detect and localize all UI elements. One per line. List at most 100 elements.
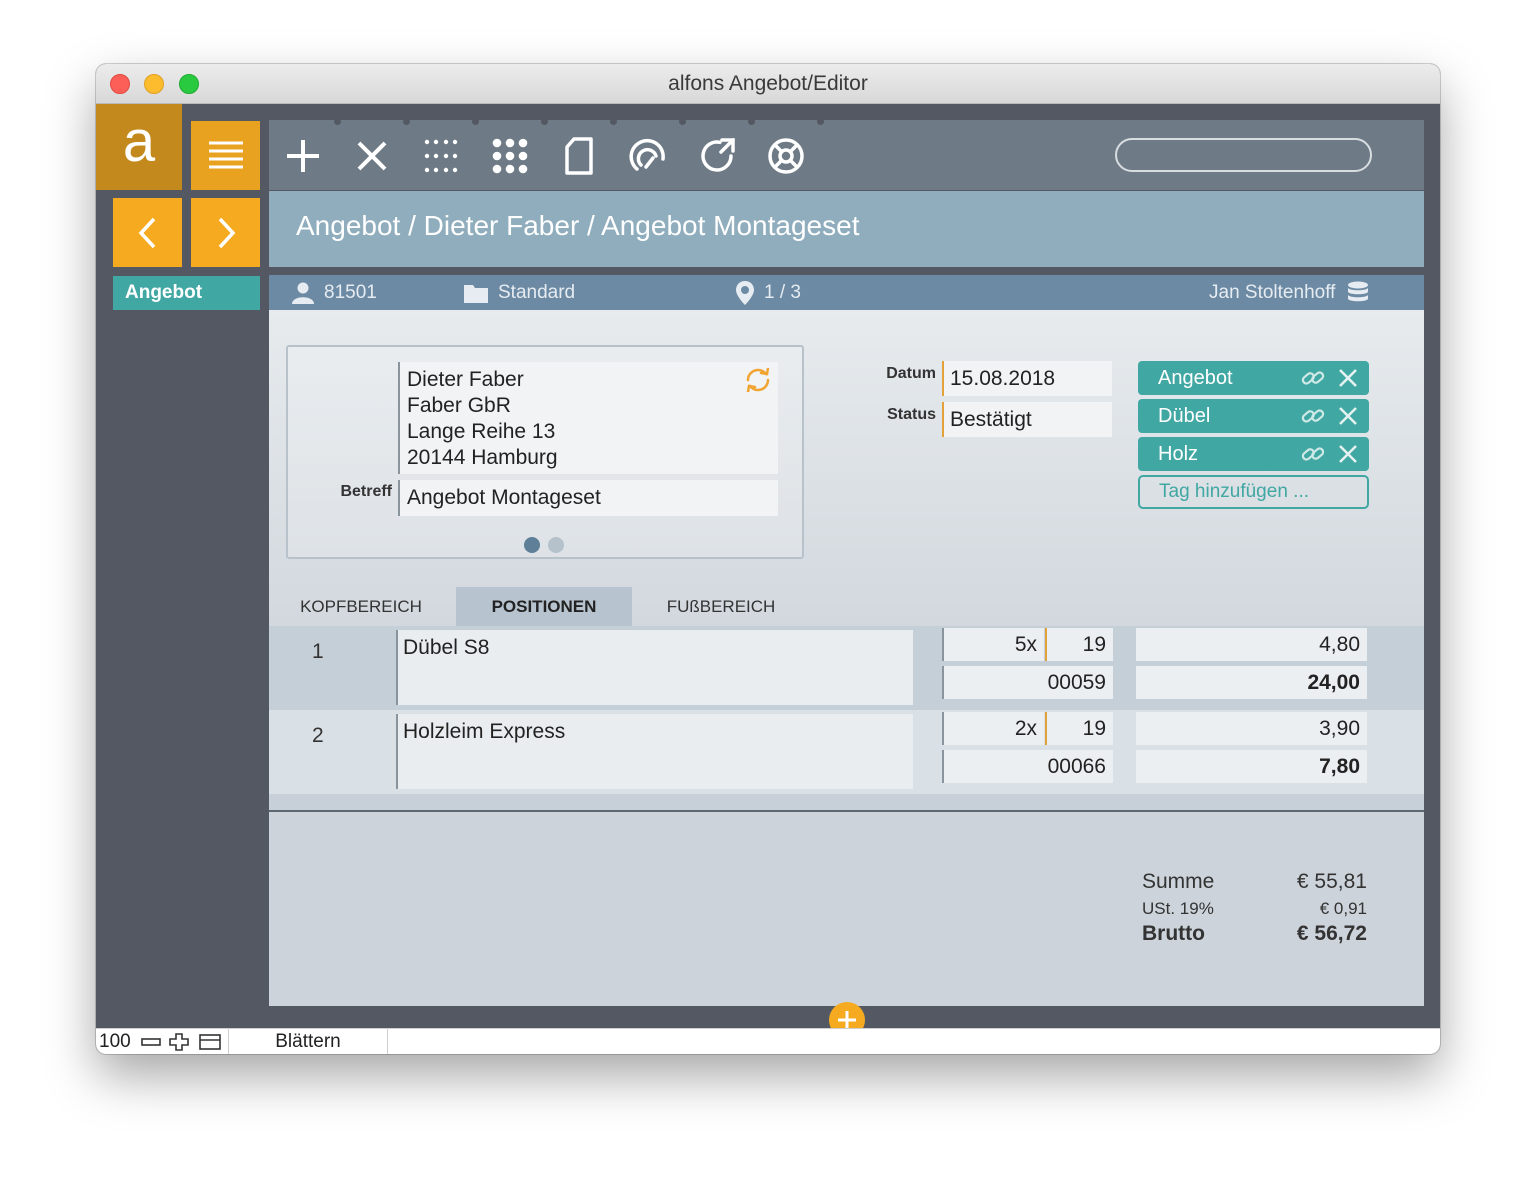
folder-info[interactable]: Standard — [464, 275, 575, 310]
document-button[interactable] — [555, 132, 603, 180]
pager-dot-1[interactable] — [524, 537, 540, 553]
dot-grid-small-icon — [424, 139, 458, 173]
folder-icon — [464, 284, 488, 303]
link-icon[interactable] — [1301, 443, 1325, 465]
title-bar: alfons Angebot/Editor — [96, 64, 1440, 104]
position-unit-price[interactable]: 4,80 — [1136, 628, 1367, 661]
remove-tag-icon[interactable] — [1338, 444, 1358, 464]
position-description[interactable]: Dübel S8 — [396, 630, 913, 705]
lifebuoy-icon — [768, 138, 804, 174]
add-tag-button[interactable]: Tag hinzufügen ... — [1138, 475, 1369, 509]
status-label: Status — [887, 406, 936, 423]
toolbar — [269, 118, 1424, 190]
section-tabs: KOPFBEREICH POSITIONEN FUßBEREICH — [269, 587, 1424, 626]
chevron-left-icon — [138, 217, 155, 248]
grid-view-button[interactable] — [486, 132, 534, 180]
betreff-field[interactable]: Angebot Montageset — [398, 480, 778, 516]
plus-icon — [287, 140, 319, 172]
address-line: Faber GbR — [407, 394, 511, 417]
status-bar: 100 Blättern — [96, 1028, 1440, 1054]
tab-fussbereich[interactable]: FUßBEREICH — [649, 587, 793, 626]
dot-grid-large-icon — [492, 138, 528, 174]
new-button[interactable] — [279, 132, 327, 180]
list-view-button[interactable] — [417, 132, 465, 180]
position-article-number[interactable]: 00059 — [942, 666, 1113, 699]
toggle-statusbar-icon[interactable] — [199, 1033, 221, 1051]
sync-icon[interactable] — [744, 368, 772, 392]
document-icon — [565, 137, 593, 175]
position-total: 7,80 — [1136, 750, 1367, 783]
position-article-number[interactable]: 00066 — [942, 750, 1113, 783]
fingerprint-icon — [629, 138, 665, 171]
link-icon[interactable] — [1301, 367, 1325, 389]
record-position-text: 1 / 3 — [764, 282, 801, 303]
remove-tag-icon[interactable] — [1338, 406, 1358, 426]
refresh-icon — [701, 138, 735, 172]
brutto-value: € 56,72 — [1296, 922, 1367, 945]
record-position[interactable]: 1 / 3 — [736, 275, 801, 310]
hamburger-menu-icon — [208, 141, 243, 168]
tab-positionen[interactable]: POSITIONEN — [456, 587, 632, 626]
status-field[interactable]: Bestätigt — [942, 402, 1112, 437]
brutto-label: Brutto — [1142, 922, 1205, 945]
address-line: 20144 Hamburg — [407, 446, 558, 469]
tag-holz[interactable]: Holz — [1138, 437, 1369, 471]
panel-pager — [524, 537, 564, 553]
sidebar-item-angebot[interactable]: Angebot — [113, 276, 260, 310]
summe-label: Summe — [1142, 870, 1215, 893]
position-vat[interactable]: 19 — [1045, 628, 1113, 661]
breadcrumb: Angebot / Dieter Faber / Angebot Montage… — [269, 191, 1424, 267]
link-icon[interactable] — [1301, 405, 1325, 427]
position-vat[interactable]: 19 — [1045, 712, 1113, 745]
refresh-button[interactable] — [693, 132, 741, 180]
position-quantity[interactable]: 5x — [942, 628, 1044, 661]
ust-value: € 0,91 — [1319, 899, 1367, 918]
help-button[interactable] — [762, 132, 810, 180]
menu-button[interactable] — [191, 121, 260, 190]
table-row[interactable]: 2 Holzleim Express 2x 19 00066 3,90 7,80 — [269, 710, 1424, 794]
plus-icon — [838, 1011, 856, 1029]
info-bar: 81501 Standard 1 / 3 Jan Stoltenhoff — [269, 275, 1424, 310]
position-total: 24,00 — [1136, 666, 1367, 699]
remove-tag-icon[interactable] — [1338, 368, 1358, 388]
person-icon — [292, 282, 314, 304]
customer-number-text: 81501 — [324, 282, 377, 303]
tab-kopfbereich[interactable]: KOPFBEREICH — [286, 587, 436, 626]
tag-label: Dübel — [1158, 405, 1211, 427]
chevron-right-icon — [218, 217, 235, 248]
previous-record-button[interactable] — [113, 198, 182, 267]
folder-text: Standard — [498, 282, 576, 303]
user-info[interactable]: Jan Stoltenhoff — [1209, 275, 1379, 310]
betreff-label: Betreff — [340, 483, 392, 500]
fingerprint-button[interactable] — [624, 132, 672, 180]
breadcrumb-text: Angebot / Dieter Faber / Angebot Montage… — [296, 210, 860, 241]
window-title: alfons Angebot/Editor — [668, 72, 868, 95]
address-field[interactable]: Dieter Faber Faber GbR Lange Reihe 13 20… — [398, 362, 778, 474]
zoom-out-icon[interactable] — [141, 1033, 161, 1051]
table-row[interactable]: 1 Dübel S8 5x 19 00059 4,80 24,00 — [269, 626, 1424, 710]
pager-dot-2[interactable] — [548, 537, 564, 553]
search-input[interactable] — [1115, 138, 1372, 172]
totals-block: Summe € 55,81 USt. 19% € 0,91 Brutto € 5… — [1142, 870, 1367, 948]
tag-duebel[interactable]: Dübel — [1138, 399, 1369, 433]
ust-label: USt. 19% — [1142, 899, 1214, 918]
tag-angebot[interactable]: Angebot — [1138, 361, 1369, 395]
address-line: Lange Reihe 13 — [407, 420, 556, 443]
address-line: Dieter Faber — [407, 368, 524, 391]
position-number: 2 — [312, 724, 324, 747]
position-quantity[interactable]: 2x — [942, 712, 1044, 745]
position-description[interactable]: Holzleim Express — [396, 714, 913, 789]
tag-label: Angebot — [1158, 367, 1233, 389]
close-icon — [357, 141, 387, 171]
mode-indicator[interactable]: Blättern — [228, 1029, 388, 1054]
zoom-in-icon[interactable] — [169, 1033, 189, 1051]
toolbar-separator — [269, 118, 1424, 126]
next-record-button[interactable] — [191, 198, 260, 267]
sidebar: a Angebot — [96, 104, 268, 1028]
customer-number[interactable]: 81501 — [292, 275, 377, 310]
delete-button[interactable] — [348, 132, 396, 180]
datum-label: Datum — [886, 365, 936, 382]
datum-field[interactable]: 15.08.2018 — [942, 361, 1112, 396]
position-unit-price[interactable]: 3,90 — [1136, 712, 1367, 745]
header-area: Dieter Faber Faber GbR Lange Reihe 13 20… — [269, 310, 1424, 626]
